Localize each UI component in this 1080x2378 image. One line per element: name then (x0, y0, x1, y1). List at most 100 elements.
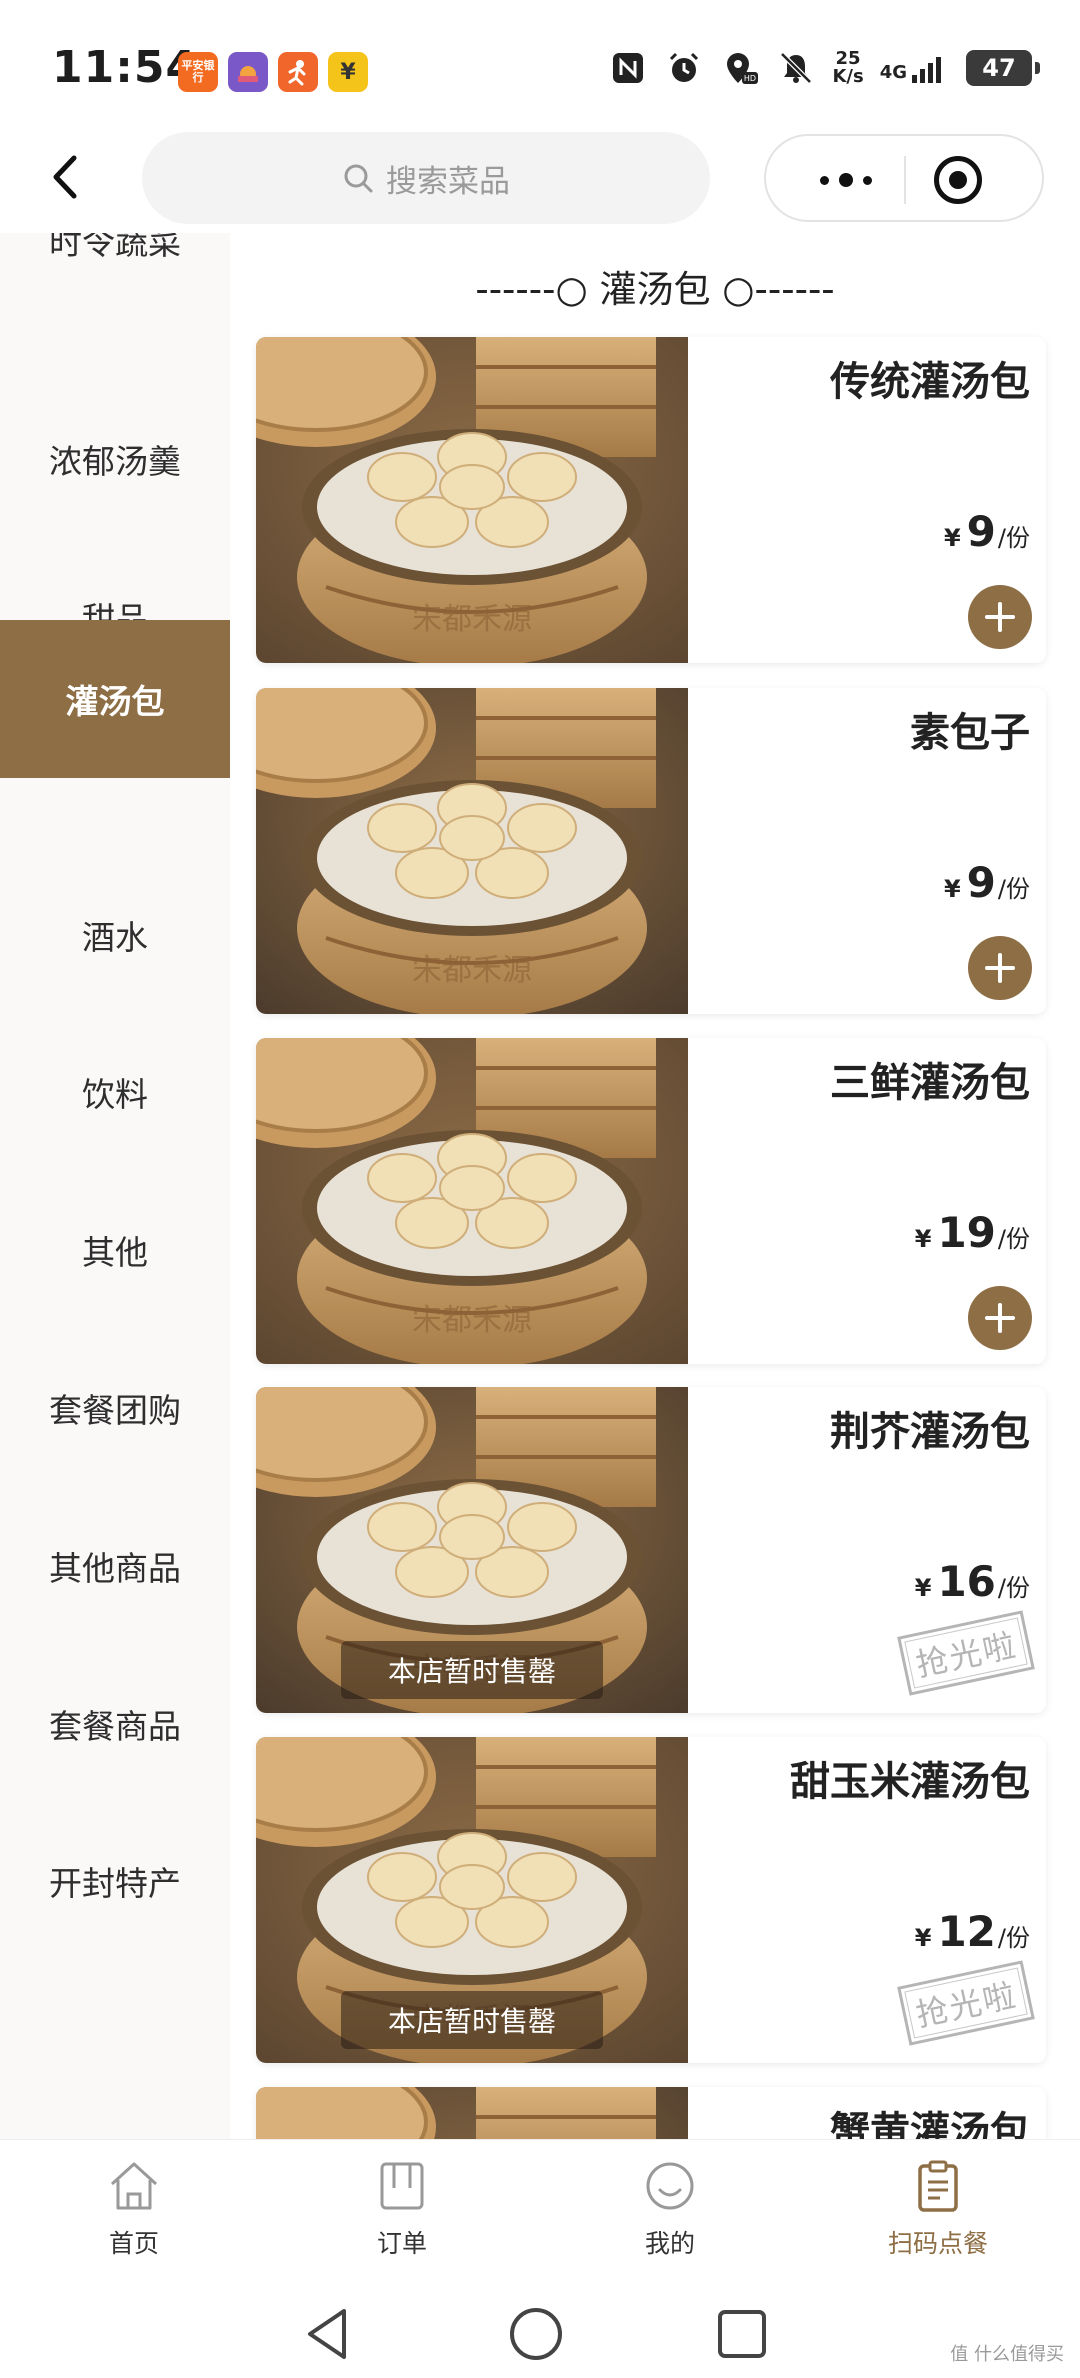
sidebar-item-kaifeng-specialties[interactable]: 开封特产 (0, 1802, 230, 1960)
clipboard-icon (918, 2160, 958, 2212)
product-card[interactable]: 宋都禾源 本店暂时售罄 荆芥灌汤包 ¥ 16 /份 抢光啦 (256, 1387, 1046, 1713)
product-list: ------○ 灌汤包 ○------ 宋都禾源 传统灌汤包 ¥ 9 /份 宋都… (230, 233, 1080, 2139)
plus-icon (985, 602, 1015, 632)
home-icon (110, 2162, 158, 2210)
dumpling-photo: 宋都禾源 (256, 1038, 688, 1364)
svg-text:宋都禾源: 宋都禾源 (412, 602, 532, 637)
search-placeholder: 搜索菜品 (386, 163, 510, 200)
sidebar-item-liquor[interactable]: 酒水 (0, 856, 230, 1014)
currency-symbol: ¥ (914, 1924, 932, 1952)
product-image[interactable]: 宋都禾源 本店暂时售罄 (256, 1387, 688, 1713)
section-title: ------○ 灌汤包 ○------ (475, 268, 835, 311)
price-unit: /份 (997, 1225, 1030, 1253)
runner-app-icon (278, 52, 318, 92)
recents-square-icon[interactable] (714, 2305, 770, 2363)
product-name: 传统灌汤包 (830, 359, 1030, 405)
category-sidebar: 时令蔬菜 浓郁汤羹 甜品 灌汤包 酒水 饮料 其他 套餐团购 其他商品 套餐商品… (0, 233, 230, 2139)
sold-out-banner: 本店暂时售罄 (341, 1641, 603, 1699)
target-icon (949, 171, 967, 189)
sold-out-stamp: 抢光啦 (897, 1610, 1035, 1696)
tab-orders[interactable]: 订单 (302, 2158, 502, 2278)
product-name: 三鲜灌汤包 (830, 1060, 1030, 1106)
dumpling-photo: 宋都禾源 (256, 688, 688, 1014)
sidebar-item-other-goods[interactable]: 其他商品 (0, 1487, 230, 1645)
chevron-left-icon (53, 155, 77, 199)
price-value: 19 (937, 1208, 996, 1257)
product-card[interactable]: 宋都禾源 素包子 ¥ 9 /份 (256, 688, 1046, 1014)
sidebar-item-beverages[interactable]: 饮料 (0, 1013, 230, 1171)
price-unit: /份 (997, 1574, 1030, 1602)
add-to-cart-button[interactable] (968, 1286, 1032, 1350)
svg-text:宋都禾源: 宋都禾源 (412, 953, 532, 988)
pingan-bank-icon: 平安银行 (178, 52, 218, 92)
sidebar-item-other[interactable]: 其他 (0, 1171, 230, 1329)
yuan-app-icon: ¥ (328, 52, 368, 92)
search-icon (344, 164, 373, 193)
sidebar-item-seasonal-vegetables[interactable]: 时令蔬菜 (0, 233, 230, 319)
sidebar-item-soups[interactable]: 浓郁汤羹 (0, 380, 230, 538)
product-card[interactable]: 宋都禾源 传统灌汤包 ¥ 9 /份 (256, 337, 1046, 663)
product-card[interactable]: 宋都禾源 蟹黄灌汤包 (256, 2087, 1046, 2139)
signal-bars-icon (912, 57, 941, 83)
sidebar-item-set-meals[interactable]: 套餐团购 (0, 1329, 230, 1487)
price-value: 16 (937, 1557, 996, 1606)
product-image[interactable]: 宋都禾源 (256, 337, 688, 663)
battery-indicator: 47 (966, 50, 1040, 86)
sold-out-banner: 本店暂时售罄 (341, 1991, 603, 2049)
status-icons: HD 25 K/s 4G 47 (608, 48, 1040, 88)
mute-icon (776, 48, 816, 88)
product-image[interactable]: 宋都禾源 本店暂时售罄 (256, 1737, 688, 2063)
sold-out-stamp: 抢光啦 (897, 1960, 1035, 2046)
product-price: ¥ 12 /份 (915, 1907, 1030, 1956)
tab-home[interactable]: 首页 (34, 2158, 234, 2278)
product-image[interactable]: 宋都禾源 (256, 1038, 688, 1364)
currency-symbol: ¥ (943, 875, 961, 903)
product-card[interactable]: 宋都禾源 三鲜灌汤包 ¥ 19 /份 (256, 1038, 1046, 1364)
plus-icon (985, 953, 1015, 983)
notification-app-icons: 平安银行 ¥ (178, 52, 368, 92)
add-to-cart-button[interactable] (968, 936, 1032, 1000)
svg-text:宋都禾源: 宋都禾源 (412, 1303, 532, 1338)
product-image[interactable]: 宋都禾源 (256, 688, 688, 1014)
currency-symbol: ¥ (914, 1574, 932, 1602)
status-time: 11:54 (52, 42, 198, 93)
product-name: 荆芥灌汤包 (830, 1409, 1030, 1455)
search-bar[interactable]: 搜索菜品 (142, 132, 710, 224)
back-button[interactable] (34, 142, 94, 212)
tab-scan-order[interactable]: 扫码点餐 (838, 2158, 1038, 2278)
signal-indicator: 4G (880, 53, 950, 83)
price-value: 9 (966, 858, 996, 907)
photo-app-icon (228, 52, 268, 92)
status-bar: 11:54 平安银行 ¥ HD 25 K/s 4G 47 (0, 0, 1080, 130)
sidebar-item-soup-dumplings[interactable]: 灌汤包 (0, 620, 230, 778)
product-price: ¥ 19 /份 (915, 1208, 1030, 1257)
currency-symbol: ¥ (943, 524, 961, 552)
bottom-tab-bar: 首页 订单 我的 扫码点餐 (0, 2139, 1080, 2291)
more-dot-icon (820, 175, 829, 185)
more-dot-icon (839, 173, 853, 187)
profile-icon (646, 2162, 694, 2210)
close-miniprogram-button[interactable] (934, 156, 982, 204)
home-circle-icon[interactable] (507, 2305, 565, 2363)
product-image[interactable]: 宋都禾源 (256, 2087, 688, 2139)
add-to-cart-button[interactable] (968, 585, 1032, 649)
tab-scan-order-label: 扫码点餐 (887, 2229, 988, 2258)
product-price: ¥ 9 /份 (944, 858, 1030, 907)
tab-profile[interactable]: 我的 (570, 2158, 770, 2278)
product-card[interactable]: 宋都禾源 本店暂时售罄 甜玉米灌汤包 ¥ 12 /份 抢光啦 (256, 1737, 1046, 2063)
more-options-button[interactable] (796, 136, 896, 224)
order-icon (380, 2162, 424, 2210)
price-value: 9 (966, 507, 996, 556)
svg-text:HD: HD (744, 74, 756, 83)
sidebar-item-set-goods[interactable]: 套餐商品 (0, 1645, 230, 1803)
product-name: 素包子 (910, 710, 1030, 756)
product-price: ¥ 9 /份 (944, 507, 1030, 556)
network-speed-unit: K/s (832, 66, 864, 87)
product-name: 甜玉米灌汤包 (790, 1759, 1030, 1805)
price-value: 12 (937, 1907, 996, 1956)
dumpling-photo: 宋都禾源 (256, 337, 688, 663)
hd-location-icon: HD (720, 48, 760, 88)
product-name: 蟹黄灌汤包 (830, 2109, 1030, 2139)
back-triangle-icon[interactable] (300, 2305, 354, 2363)
capsule-divider (904, 156, 906, 204)
